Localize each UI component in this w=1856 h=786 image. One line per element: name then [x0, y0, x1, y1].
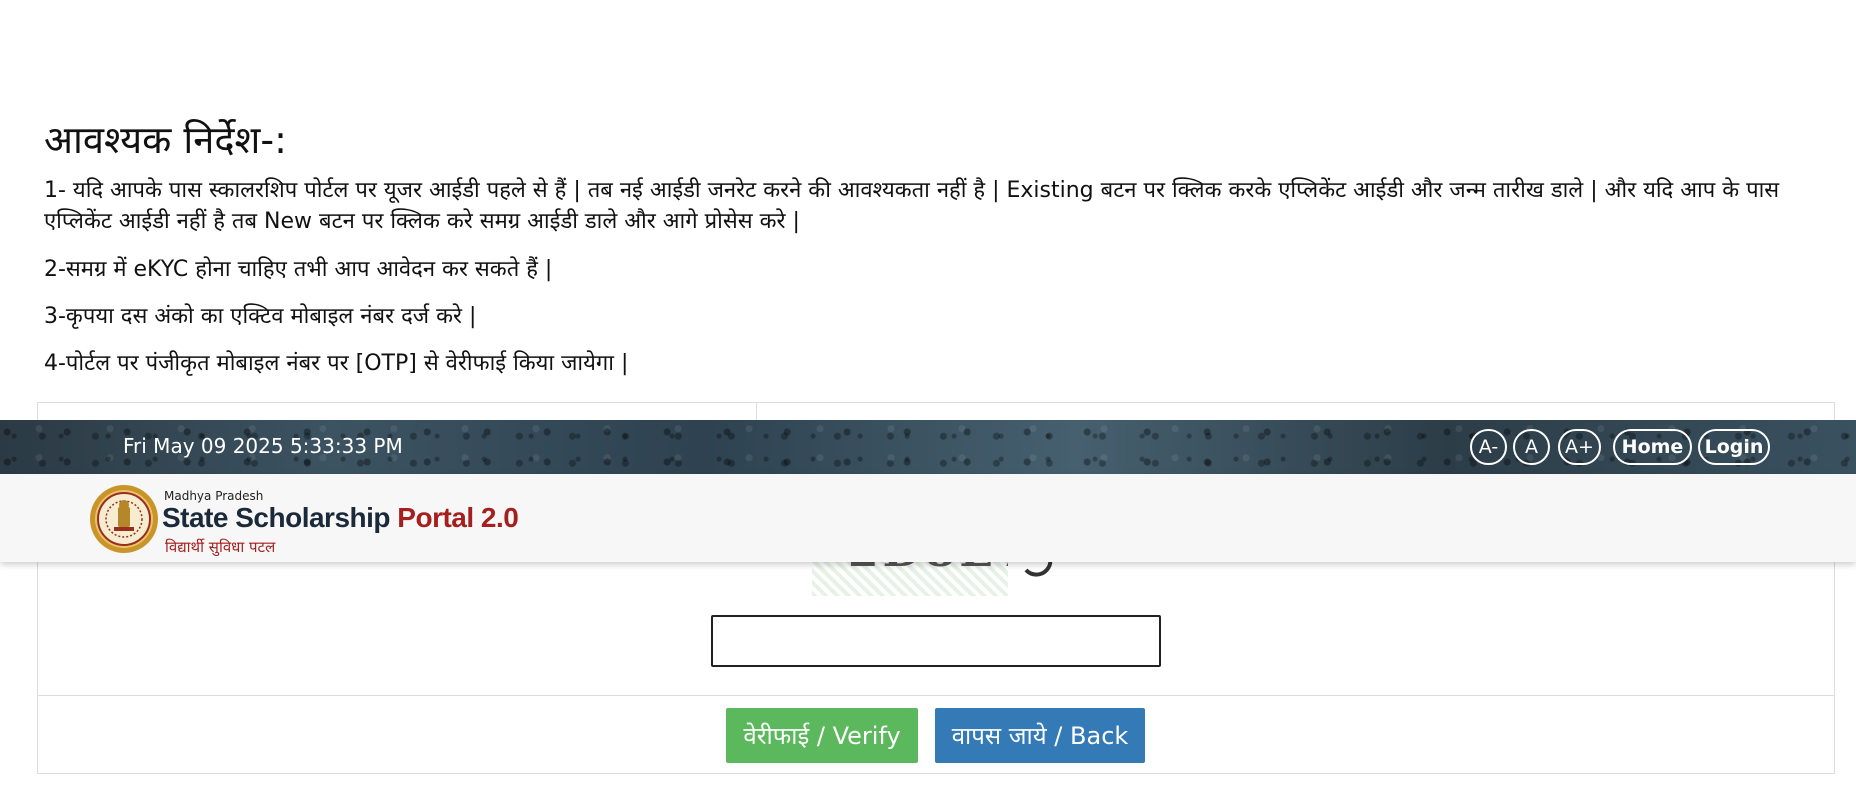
brand-title: State Scholarship Portal 2.0	[162, 502, 519, 534]
decrease-font-button[interactable]: A-	[1470, 429, 1507, 465]
increase-font-button[interactable]: A+	[1558, 429, 1601, 465]
instruction-item-4: 4-पोर्टल पर पंजीकृत मोबाइल नंबर पर [OTP]…	[44, 351, 629, 376]
instructions-heading: आवश्यक निर्देश-:	[44, 118, 287, 162]
login-button[interactable]: Login	[1698, 429, 1770, 465]
normal-font-button[interactable]: A	[1513, 429, 1550, 465]
brand-bar: Madhya Pradesh State Scholarship Portal …	[0, 474, 1856, 562]
back-button[interactable]: वापस जाये / Back	[935, 708, 1145, 763]
row-divider	[38, 695, 1834, 696]
brand-title-main: State Scholarship	[162, 502, 398, 533]
top-bar: Fri May 09 2025 5:33:33 PM A- A A+ Home …	[0, 420, 1856, 474]
current-datetime: Fri May 09 2025 5:33:33 PM	[123, 434, 403, 458]
mp-emblem-logo[interactable]	[88, 483, 160, 555]
captcha-input[interactable]	[711, 615, 1161, 667]
brand-title-accent: Portal 2.0	[397, 502, 519, 533]
instruction-item-3: 3-कृपया दस अंको का एक्टिव मोबाइल नंबर दर…	[44, 304, 477, 329]
brand-tagline: विद्यार्थी सुविधा पटल	[165, 538, 276, 556]
brand-state: Madhya Pradesh	[164, 489, 264, 503]
instruction-item-2: 2-समग्र में eKYC होना चाहिए तभी आप आवेदन…	[44, 257, 553, 282]
home-button[interactable]: Home	[1613, 429, 1692, 465]
instruction-item-1: 1- यदि आपके पास स्कालरशिप पोर्टल पर यूजर…	[44, 178, 1780, 234]
verify-button[interactable]: वेरीफाई / Verify	[726, 708, 918, 763]
